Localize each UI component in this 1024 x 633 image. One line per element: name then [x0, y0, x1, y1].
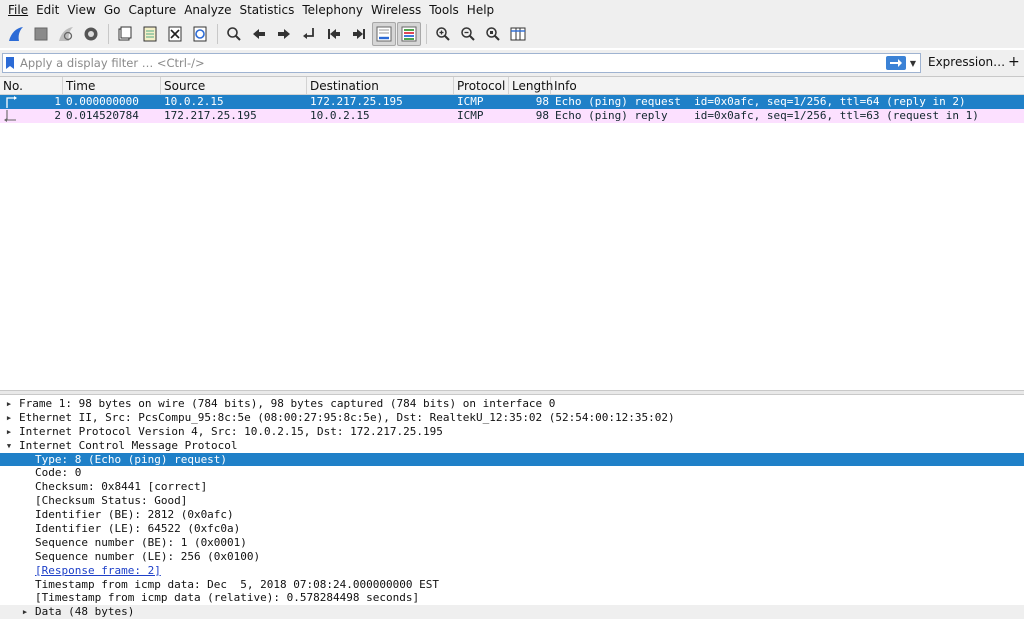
- cell-source: 172.217.25.195: [164, 109, 257, 122]
- close-file-icon[interactable]: [163, 22, 187, 46]
- packet-row[interactable]: 1 0.000000000 10.0.2.15 172.217.25.195 I…: [0, 95, 1024, 109]
- expand-arrow-icon[interactable]: ▶: [4, 397, 14, 411]
- menu-view[interactable]: View: [63, 0, 99, 20]
- goto-packet-icon[interactable]: [297, 22, 321, 46]
- column-info[interactable]: Info: [551, 77, 1024, 95]
- shark-fin-restart-icon[interactable]: [54, 22, 78, 46]
- toolbar-separator: [426, 24, 427, 44]
- toolbar-separator: [217, 24, 218, 44]
- cell-protocol: ICMP: [457, 109, 484, 122]
- menu-tools[interactable]: Tools: [425, 0, 463, 20]
- expand-arrow-icon[interactable]: ▶: [4, 425, 14, 439]
- menu-statistics[interactable]: Statistics: [235, 0, 298, 20]
- bookmark-icon[interactable]: [3, 54, 17, 72]
- cell-time: 0.014520784: [66, 109, 139, 122]
- tree-field-identifier-be[interactable]: Identifier (BE): 2812 (0x0afc): [0, 508, 1024, 522]
- cell-time: 0.000000000: [66, 95, 139, 108]
- menu-edit[interactable]: Edit: [32, 0, 63, 20]
- colorize-icon[interactable]: [397, 22, 421, 46]
- toolbar-separator: [108, 24, 109, 44]
- packet-row[interactable]: 2 0.014520784 172.217.25.195 10.0.2.15 I…: [0, 109, 1024, 123]
- apply-filter-arrow-icon[interactable]: [886, 56, 906, 70]
- expand-arrow-icon[interactable]: ▶: [20, 605, 30, 619]
- reload-icon[interactable]: [188, 22, 212, 46]
- chevron-down-icon[interactable]: ▼: [908, 56, 918, 70]
- column-source[interactable]: Source: [161, 77, 307, 95]
- menu-bar: File Edit View Go Capture Analyze Statis…: [0, 0, 1024, 20]
- cell-info: Echo (ping) request id=0x0afc, seq=1/256…: [555, 95, 966, 108]
- display-filter-box: ▼: [2, 53, 921, 73]
- menu-analyze[interactable]: Analyze: [180, 0, 235, 20]
- tree-field-identifier-le[interactable]: Identifier (LE): 64522 (0xfc0a): [0, 522, 1024, 536]
- stop-square-icon[interactable]: [29, 22, 53, 46]
- tree-field-timestamp-relative[interactable]: [Timestamp from icmp data (relative): 0.…: [0, 591, 1024, 605]
- zoom-in-icon[interactable]: [431, 22, 455, 46]
- column-destination[interactable]: Destination: [307, 77, 454, 95]
- back-arrow-icon[interactable]: [247, 22, 271, 46]
- expand-arrow-icon[interactable]: ▶: [4, 411, 14, 425]
- menu-capture[interactable]: Capture: [124, 0, 180, 20]
- collapse-arrow-icon[interactable]: ▼: [4, 439, 14, 453]
- save-file-icon[interactable]: [138, 22, 162, 46]
- zoom-out-icon[interactable]: [456, 22, 480, 46]
- tree-field-type[interactable]: Type: 8 (Echo (ping) request): [0, 452, 1024, 467]
- tree-field-seq-le[interactable]: Sequence number (LE): 256 (0x0100): [0, 550, 1024, 564]
- open-folder-icon[interactable]: [113, 22, 137, 46]
- add-filter-button[interactable]: +: [1008, 54, 1020, 70]
- menu-wireless[interactable]: Wireless: [367, 0, 425, 20]
- tree-field-seq-be[interactable]: Sequence number (BE): 1 (0x0001): [0, 536, 1024, 550]
- column-protocol[interactable]: Protocol: [454, 77, 509, 95]
- cell-no: 2: [54, 109, 61, 122]
- cell-destination: 10.0.2.15: [310, 109, 370, 122]
- cell-info: Echo (ping) reply id=0x0afc, seq=1/256, …: [555, 109, 979, 122]
- zoom-normal-icon[interactable]: [481, 22, 505, 46]
- cell-length: 98: [535, 95, 549, 108]
- tree-node-icmp[interactable]: ▼ Internet Control Message Protocol: [0, 439, 1024, 453]
- menu-go[interactable]: Go: [100, 0, 125, 20]
- display-filter-input[interactable]: [17, 54, 920, 72]
- tree-field-checksum[interactable]: Checksum: 0x8441 [correct]: [0, 480, 1024, 494]
- cell-source: 10.0.2.15: [164, 95, 224, 108]
- response-frame-link[interactable]: [Response frame: 2]: [35, 564, 161, 577]
- cell-no: 1: [54, 95, 61, 108]
- forward-arrow-icon[interactable]: [272, 22, 296, 46]
- cell-protocol: ICMP: [457, 95, 484, 108]
- autoscroll-icon[interactable]: [372, 22, 396, 46]
- tree-field-code[interactable]: Code: 0: [0, 466, 1024, 480]
- menu-file[interactable]: File: [0, 0, 32, 20]
- tree-field-checksum-status[interactable]: [Checksum Status: Good]: [0, 494, 1024, 508]
- column-length[interactable]: Length: [509, 77, 553, 95]
- last-packet-icon[interactable]: [347, 22, 371, 46]
- menu-telephony[interactable]: Telephony: [298, 0, 367, 20]
- packet-list-header: No. Time Source Destination Protocol Len…: [0, 77, 1024, 95]
- tree-node-frame[interactable]: ▶ Frame 1: 98 bytes on wire (784 bits), 9…: [0, 397, 1024, 411]
- cell-length: 98: [535, 109, 549, 122]
- tree-node-data[interactable]: ▶ Data (48 bytes): [0, 605, 1024, 620]
- packet-details-tree: ▶ Frame 1: 98 bytes on wire (784 bits), 9…: [0, 395, 1024, 633]
- tree-field-response-frame[interactable]: [Response frame: 2]: [0, 564, 1024, 578]
- shark-fin-start-icon[interactable]: [4, 22, 28, 46]
- column-time[interactable]: Time: [63, 77, 161, 95]
- tree-node-ip[interactable]: ▶ Internet Protocol Version 4, Src: 10.0.…: [0, 425, 1024, 439]
- tree-field-timestamp[interactable]: Timestamp from icmp data: Dec 5, 2018 07…: [0, 578, 1024, 592]
- tree-node-ethernet[interactable]: ▶ Ethernet II, Src: PcsCompu_95:8c:5e (08…: [0, 411, 1024, 425]
- column-no[interactable]: No.: [0, 77, 63, 95]
- search-icon[interactable]: [222, 22, 246, 46]
- expression-button[interactable]: Expression…: [928, 55, 1005, 69]
- resize-columns-icon[interactable]: [506, 22, 530, 46]
- packet-list: No. Time Source Destination Protocol Len…: [0, 76, 1024, 390]
- display-filter-bar: ▼ Expression… +: [0, 50, 1024, 76]
- cell-destination: 172.217.25.195: [310, 95, 403, 108]
- menu-help[interactable]: Help: [463, 0, 498, 20]
- main-toolbar: [0, 20, 1024, 48]
- capture-options-gear-icon[interactable]: [79, 22, 103, 46]
- first-packet-icon[interactable]: [322, 22, 346, 46]
